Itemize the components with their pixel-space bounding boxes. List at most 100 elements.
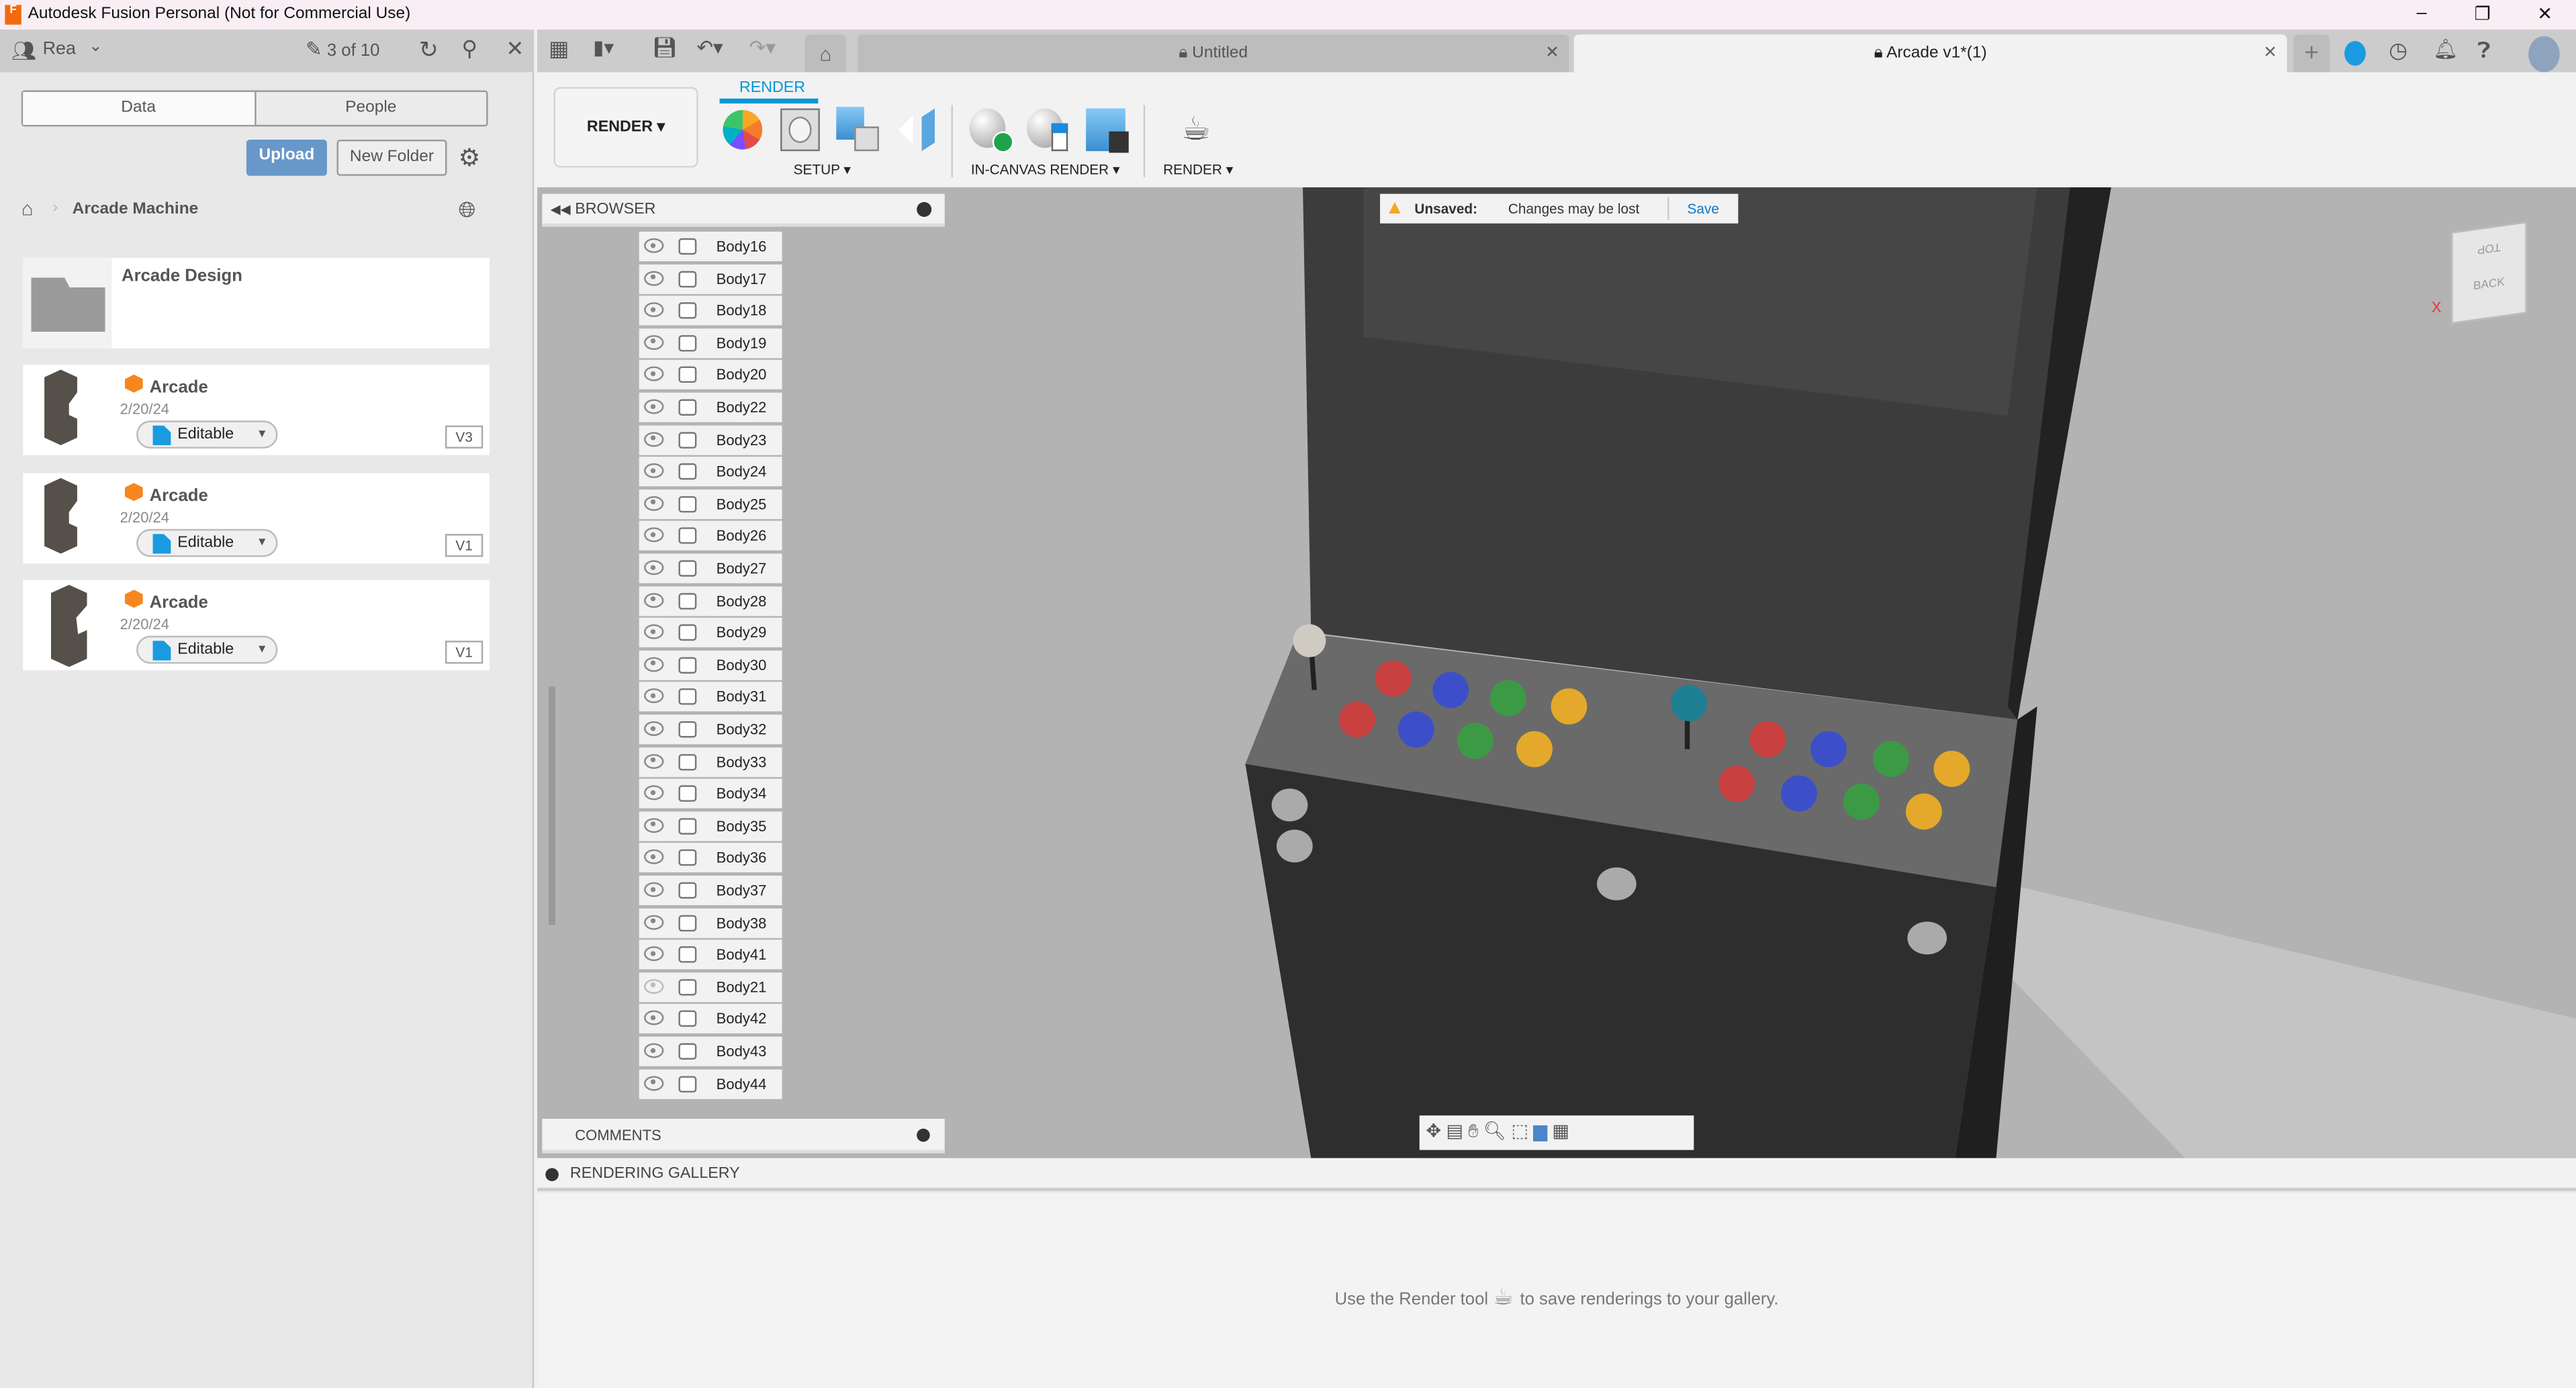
eye-icon[interactable] bbox=[644, 592, 664, 608]
browser-item-body42[interactable]: Body42 bbox=[639, 1004, 782, 1034]
file-card[interactable]: Arcade 2/20/24 Editable ▼ V1 bbox=[23, 580, 490, 671]
job-status-clock-icon[interactable]: ◷ bbox=[2389, 38, 2407, 64]
grid-menu-icon[interactable]: ▦ bbox=[549, 36, 569, 62]
eye-icon[interactable] bbox=[644, 817, 664, 833]
version-dropdown[interactable]: V1 bbox=[445, 534, 484, 557]
settings-gear-icon[interactable]: ⚙ bbox=[459, 143, 481, 173]
home-icon[interactable]: ⌂ bbox=[21, 197, 34, 220]
redo-icon[interactable]: ↷▾ bbox=[749, 36, 776, 59]
save-icon[interactable]: 💾︎ bbox=[652, 36, 677, 59]
tab-arcade[interactable]: 🔒︎ Arcade v1*(1) ✕ bbox=[1573, 34, 2287, 74]
tab-people[interactable]: People bbox=[255, 92, 486, 125]
eye-icon[interactable] bbox=[644, 721, 664, 737]
version-dropdown[interactable]: V3 bbox=[445, 425, 484, 449]
search-icon[interactable]: ⚲ bbox=[461, 36, 477, 62]
eye-icon[interactable] bbox=[644, 657, 664, 672]
browser-item-body23[interactable]: Body23 bbox=[639, 424, 782, 455]
folder-card[interactable]: Arcade Design bbox=[23, 258, 490, 349]
setup-menu[interactable]: SETUP ▾ bbox=[794, 161, 851, 179]
eye-icon[interactable] bbox=[644, 302, 664, 318]
status-dropdown[interactable]: Editable ▼ bbox=[136, 528, 278, 557]
in-canvas-render-menu[interactable]: IN-CANVAS RENDER ▾ bbox=[971, 161, 1120, 179]
job-count[interactable]: 3 of 10 bbox=[327, 41, 380, 60]
eye-icon[interactable] bbox=[644, 334, 664, 350]
eye-icon[interactable] bbox=[644, 399, 664, 414]
help-icon[interactable]: ❓︎ bbox=[2477, 38, 2490, 64]
tab-untitled[interactable]: 🔒︎ Untitled ✕ bbox=[858, 34, 1569, 74]
rendering-gallery-header[interactable]: RENDERING GALLERY bbox=[537, 1158, 2576, 1191]
eye-icon[interactable] bbox=[644, 849, 664, 865]
workspace-switcher[interactable]: RENDER ▾ bbox=[553, 87, 698, 168]
notifications-bell-icon[interactable]: 🔔︎ bbox=[2433, 38, 2458, 60]
eye-icon[interactable] bbox=[644, 785, 664, 800]
file-card[interactable]: Arcade 2/20/24 Editable ▼ V3 bbox=[23, 365, 490, 455]
3d-viewport[interactable] bbox=[537, 187, 2576, 1158]
close-tab-icon[interactable]: ✕ bbox=[1545, 34, 1559, 74]
eye-icon[interactable] bbox=[644, 463, 664, 479]
eye-icon[interactable] bbox=[644, 238, 664, 253]
new-tab-button[interactable]: + bbox=[2293, 34, 2330, 73]
browser-item-body28[interactable]: Body28 bbox=[639, 586, 782, 616]
display-settings-icon[interactable]: ▆ bbox=[1533, 1122, 1552, 1142]
look-at-icon[interactable]: ▤ bbox=[1446, 1122, 1468, 1142]
status-dropdown[interactable]: Editable ▼ bbox=[136, 635, 278, 664]
browser-item-body44[interactable]: Body44 bbox=[639, 1068, 782, 1099]
browser-scrollbar[interactable] bbox=[549, 686, 555, 925]
render-teapot-icon[interactable]: ☕︎ bbox=[1181, 108, 1211, 149]
browser-item-body41[interactable]: Body41 bbox=[639, 939, 782, 970]
browser-item-body17[interactable]: Body17 bbox=[639, 263, 782, 293]
viewcube[interactable]: TOP BACK bbox=[2451, 221, 2527, 324]
browser-item-body31[interactable]: Body31 bbox=[639, 682, 782, 712]
eye-icon[interactable] bbox=[644, 1011, 664, 1026]
viewcube-top[interactable]: TOP bbox=[2453, 236, 2526, 258]
home-tab[interactable]: ⌂ bbox=[804, 34, 846, 73]
collapse-gallery-icon[interactable] bbox=[545, 1168, 559, 1182]
eye-icon[interactable] bbox=[644, 1075, 664, 1091]
tab-data[interactable]: Data bbox=[23, 92, 256, 125]
close-tab-icon[interactable]: ✕ bbox=[2263, 34, 2277, 74]
browser-item-body38[interactable]: Body38 bbox=[639, 907, 782, 937]
eye-icon[interactable] bbox=[644, 753, 664, 768]
eye-icon[interactable] bbox=[644, 624, 664, 640]
zoom-icon[interactable]: 🔍︎ bbox=[1483, 1122, 1512, 1142]
browser-item-body26[interactable]: Body26 bbox=[639, 521, 782, 551]
fit-icon[interactable]: ⬚ bbox=[1511, 1122, 1533, 1142]
render-menu[interactable]: RENDER ▾ bbox=[1163, 161, 1233, 179]
expand-comments-icon[interactable] bbox=[917, 1128, 930, 1142]
eye-icon[interactable] bbox=[644, 946, 664, 962]
close-window-button[interactable]: ✕ bbox=[2528, 3, 2561, 25]
browser-item-body22[interactable]: Body22 bbox=[639, 392, 782, 422]
eye-icon[interactable] bbox=[644, 560, 664, 575]
eye-icon[interactable] bbox=[644, 689, 664, 704]
eye-icon[interactable] bbox=[644, 1043, 664, 1058]
eye-hidden-icon[interactable] bbox=[644, 978, 664, 994]
tab-render[interactable]: RENDER bbox=[739, 79, 805, 97]
browser-item-body18[interactable]: Body18 bbox=[639, 295, 782, 326]
minimize-button[interactable]: – bbox=[2405, 3, 2438, 23]
breadcrumb[interactable]: Arcade Machine bbox=[73, 200, 199, 218]
browser-panel-header[interactable]: ◀◀ BROWSER bbox=[542, 193, 945, 227]
orbit-icon[interactable]: ✥ bbox=[1426, 1122, 1446, 1142]
browser-item-body21[interactable]: Body21 bbox=[639, 972, 782, 1002]
eye-icon[interactable] bbox=[644, 431, 664, 447]
browser-item-body36[interactable]: Body36 bbox=[639, 843, 782, 874]
version-dropdown[interactable]: V1 bbox=[445, 641, 484, 664]
minimize-browser-icon[interactable] bbox=[917, 201, 932, 217]
browser-item-body29[interactable]: Body29 bbox=[639, 618, 782, 648]
eye-icon[interactable] bbox=[644, 914, 664, 929]
eye-icon[interactable] bbox=[644, 270, 664, 285]
save-link[interactable]: Save bbox=[1688, 194, 1719, 224]
undo-icon[interactable]: ↶▾ bbox=[696, 36, 723, 59]
refresh-icon[interactable]: ↻ bbox=[419, 36, 439, 64]
browser-item-body24[interactable]: Body24 bbox=[639, 457, 782, 487]
browser-item-body25[interactable]: Body25 bbox=[639, 489, 782, 519]
browser-item-body37[interactable]: Body37 bbox=[639, 875, 782, 906]
extensions-icon[interactable] bbox=[2344, 41, 2366, 66]
comments-panel-header[interactable]: COMMENTS bbox=[542, 1119, 945, 1154]
globe-icon[interactable]: 🌐︎ bbox=[459, 197, 475, 224]
file-menu-icon[interactable]: ▮▾ bbox=[593, 36, 614, 59]
eye-icon[interactable] bbox=[644, 882, 664, 897]
upload-button[interactable]: Upload bbox=[246, 139, 327, 176]
browser-item-body19[interactable]: Body19 bbox=[639, 328, 782, 358]
restore-button[interactable]: ❐ bbox=[2466, 3, 2499, 25]
